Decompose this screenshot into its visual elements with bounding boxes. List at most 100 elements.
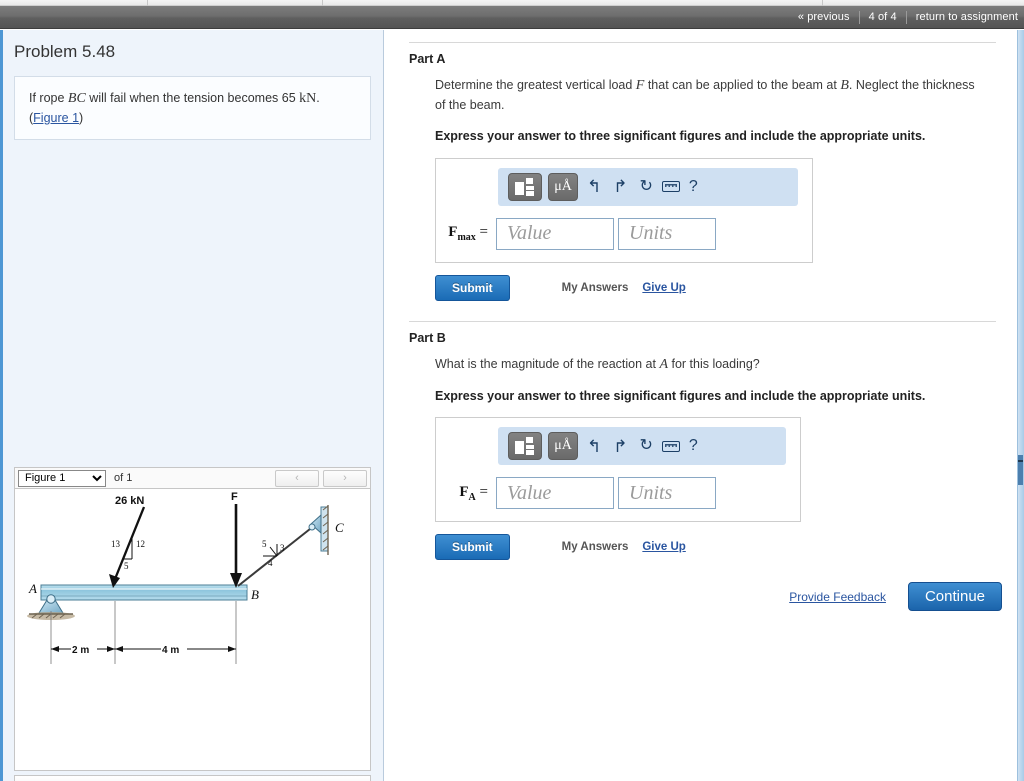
part-b-instruction: Express your answer to three significant… (435, 388, 926, 403)
part-b-my-answers-label: My Answers (561, 541, 629, 554)
reset-icon[interactable]: ↻ (637, 438, 656, 454)
template-icon[interactable] (508, 432, 542, 461)
undo-icon[interactable]: ↰ (584, 178, 604, 195)
part-a-value-input[interactable]: Value (496, 217, 614, 250)
nav-divider-1 (858, 10, 860, 24)
page-title: Problem 5.48 (14, 42, 116, 61)
reset-icon[interactable]: ↻ (637, 178, 656, 195)
part-a-math-toolbar: μÅ ↰ ↱ ↻ ? (498, 167, 798, 206)
part-b-math-toolbar: μÅ ↰ ↱ ↻ ? (498, 427, 786, 466)
part-b-question: What is the magnitude of the reaction at… (435, 354, 980, 375)
keyboard-icon[interactable] (661, 181, 680, 192)
part-b-give-up-link[interactable]: Give Up (642, 541, 685, 553)
part-a-equals: = (479, 224, 488, 240)
rope-slope-hyp-5: 5 (262, 539, 267, 549)
figure-paren-close: ) (79, 111, 84, 126)
rope-slope-vert-3: 3 (280, 543, 285, 553)
statement-post: . (316, 91, 320, 105)
figure-canvas[interactable]: 26 kN 13 12 5 F 5 3 4 A B C 2 m 4 m (14, 489, 371, 771)
page-footer-actions: Provide Feedback Continue (385, 582, 1002, 612)
part-a-answer-box: μÅ ↰ ↱ ↻ ? Fmax = Value Units (435, 157, 813, 263)
template-icon[interactable] (508, 172, 542, 201)
chevron-right-icon: › (343, 472, 347, 484)
scrollbar-marker (1018, 460, 1023, 462)
part-a-heading: Part A (409, 52, 446, 66)
help-icon[interactable]: ? (686, 178, 701, 195)
continue-button[interactable]: Continue (907, 582, 1002, 612)
part-b-units-input[interactable]: Units (618, 477, 716, 510)
part-a-submit-button[interactable]: Submit (435, 274, 510, 301)
part-a-input-row: Fmax = Value Units (446, 217, 802, 250)
return-to-assignment-link[interactable]: return to assignment (916, 11, 1018, 23)
part-a-my-answers-label: My Answers (561, 281, 629, 294)
main-content: Part A Determine the greatest vertical l… (385, 30, 1024, 781)
part-b-question-mid: for this loading? (668, 356, 760, 371)
part-b-submit-button[interactable]: Submit (435, 534, 510, 561)
point-label-a: A (28, 581, 37, 596)
undo-icon[interactable]: ↰ (584, 438, 604, 455)
part-a-units-input[interactable]: Units (618, 217, 716, 250)
figure-of-label: of 1 (114, 472, 133, 484)
problem-statement-box: If rope BC will fail when the tension be… (14, 76, 371, 141)
problem-sidebar: Problem 5.48 If rope BC will fail when t… (0, 30, 384, 781)
part-b-answer-box: μÅ ↰ ↱ ↻ ? FA = Value Units (435, 417, 801, 523)
part-a-give-up-link[interactable]: Give Up (642, 282, 685, 294)
point-label-b: B (251, 587, 259, 602)
previous-figure-button[interactable]: ‹ (275, 469, 319, 487)
point-label-c: C (335, 520, 344, 535)
part-b-submit-row: Submit My Answers Give Up (435, 534, 996, 561)
part-b-value-input[interactable]: Value (496, 477, 614, 510)
dimension-4m: 4 m (162, 645, 179, 656)
part-b-variable-label: FA = (446, 484, 496, 503)
part-a-variable-sub: max (457, 232, 476, 243)
units-icon-label: μÅ (554, 438, 572, 454)
previous-link[interactable]: « previous (798, 11, 850, 23)
statement-pre: If rope (29, 91, 68, 105)
statement-mid: will fail when the tension becomes 65 (85, 91, 300, 105)
redo-icon[interactable]: ↱ (610, 178, 630, 195)
units-icon[interactable]: μÅ (548, 432, 578, 461)
figure-1-link[interactable]: Figure 1 (33, 111, 79, 125)
part-a-variable-label: Fmax = (446, 224, 496, 243)
next-figure-button[interactable]: › (323, 469, 367, 487)
page-scrollbar[interactable] (1017, 30, 1024, 781)
problem-statement-text: If rope BC will fail when the tension be… (29, 89, 356, 127)
rope-slope-horiz-4: 4 (268, 558, 273, 568)
statement-rope-var: BC (67, 91, 86, 106)
part-a-var-b: B (840, 78, 849, 93)
chevron-left-icon: ‹ (295, 472, 299, 484)
part-b-heading: Part B (409, 330, 446, 345)
provide-feedback-link[interactable]: Provide Feedback (789, 590, 886, 604)
part-a-instruction: Express your answer to three significant… (435, 128, 926, 143)
load-label-26kn: 26 kN (115, 495, 144, 507)
help-icon[interactable]: ? (686, 438, 701, 454)
redo-icon[interactable]: ↱ (610, 438, 630, 455)
keyboard-icon[interactable] (661, 440, 680, 452)
figure-select[interactable]: Figure 1 (18, 469, 106, 487)
part-a-question: Determine the greatest vertical load F t… (435, 75, 980, 115)
part-b-variable-sub: A (468, 491, 476, 503)
nav-divider-2 (905, 10, 907, 24)
part-b-question-pre: What is the magnitude of the reaction at (435, 356, 660, 371)
part-b-var-a: A (659, 356, 668, 372)
part-b-section: Part B What is the magnitude of the reac… (409, 320, 996, 561)
force-label-f: F (231, 491, 238, 503)
slope-horiz-5: 5 (124, 561, 129, 571)
figure-footer-bar (14, 775, 371, 781)
part-b-variable-base: F (459, 483, 469, 500)
part-a-submit-row: Submit My Answers Give Up (435, 274, 996, 301)
page-counter: 4 of 4 (868, 11, 897, 23)
part-b-equals: = (479, 483, 488, 500)
part-a-question-pre: Determine the greatest vertical load (435, 78, 636, 92)
units-icon[interactable]: μÅ (548, 172, 578, 201)
part-b-input-row: FA = Value Units (446, 477, 790, 510)
figure-toolbar: Figure 1 of 1 ‹ › (14, 467, 371, 489)
assignment-top-bar: « previous 4 of 4 return to assignment (0, 6, 1024, 29)
slope-vert-12: 12 (136, 539, 145, 549)
units-icon-label: μÅ (554, 178, 572, 194)
part-a-question-mid: that can be applied to the beam at (644, 78, 841, 92)
dimension-2m: 2 m (72, 645, 89, 656)
statement-units: kN (299, 91, 317, 106)
beam-free-body-diagram: 26 kN 13 12 5 F 5 3 4 A B C 2 m 4 m (27, 491, 344, 664)
part-a-section: Part A Determine the greatest vertical l… (409, 42, 996, 301)
